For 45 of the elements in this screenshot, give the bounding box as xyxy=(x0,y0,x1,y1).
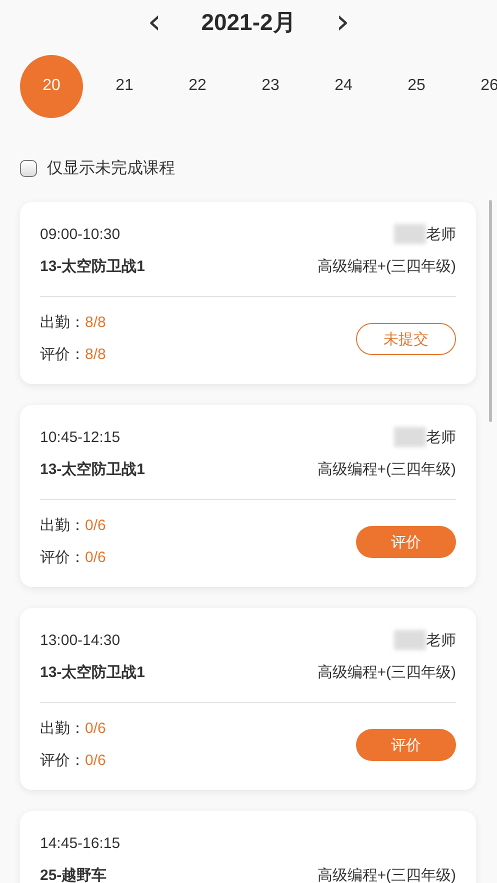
evaluation-label: 评价： xyxy=(40,752,85,769)
date-item[interactable]: 21 xyxy=(93,54,156,118)
attendance-count: 0/6 xyxy=(85,720,106,737)
lesson-title: 25-越野车 xyxy=(40,866,107,883)
lesson-time: 10:45-12:15 xyxy=(40,428,120,446)
date-item[interactable]: 22 xyxy=(166,54,229,118)
lesson-card[interactable]: 10:45-12:15 老师 13-太空防卫战1 高级编程+(三四年级) 出勤：0/6 评价：0/6 评价 xyxy=(20,405,476,587)
course-name: 高级编程+(三四年级) xyxy=(317,662,456,682)
lesson-time: 13:00-14:30 xyxy=(40,632,120,648)
month-title: 2021-2月 xyxy=(201,8,296,36)
attendance-count: 0/6 xyxy=(85,517,106,534)
lesson-title: 13-太空防卫战1 xyxy=(40,662,146,682)
lesson-card[interactable]: 14:45-16:15 25-越野车 高级编程+(三四年级) xyxy=(20,811,476,883)
scrollbar[interactable] xyxy=(489,200,492,422)
lesson-time: 09:00-10:30 xyxy=(40,226,120,242)
attendance-label: 出勤： xyxy=(40,517,85,534)
date-item[interactable]: 23 xyxy=(239,54,302,118)
lesson-card[interactable]: 13:00-14:30 老师 13-太空防卫战1 高级编程+(三四年级) 出勤：0/6 评价：0/6 评价 xyxy=(20,608,476,790)
date-item[interactable]: 25 xyxy=(385,54,448,118)
blurred-name xyxy=(394,427,426,447)
attendance-count: 8/8 xyxy=(85,314,106,331)
attendance-label: 出勤： xyxy=(40,314,85,331)
course-name: 高级编程+(三四年级) xyxy=(317,460,456,478)
teacher-label: 老师 xyxy=(426,224,456,244)
course-name: 高级编程+(三四年级) xyxy=(317,256,456,276)
blurred-name xyxy=(394,224,426,244)
checkbox-label: 仅显示未完成课程 xyxy=(47,158,175,178)
evaluation-count: 0/6 xyxy=(85,549,106,566)
lesson-title: 13-太空防卫战1 xyxy=(40,256,146,276)
next-month-button[interactable]: › xyxy=(330,7,356,37)
blurred-name xyxy=(394,630,426,650)
evaluation-count: 0/6 xyxy=(85,752,106,769)
teacher-label: 老师 xyxy=(426,630,456,650)
previous-month-button[interactable]: ‹ xyxy=(142,7,168,37)
course-name: 高级编程+(三四年级) xyxy=(317,866,456,883)
evaluation-label: 评价： xyxy=(40,346,85,363)
teacher-label: 老师 xyxy=(426,428,456,446)
evaluation-count: 8/8 xyxy=(85,346,106,363)
lesson-title: 13-太空防卫战1 xyxy=(40,460,146,478)
attendance-label: 出勤： xyxy=(40,720,85,737)
lesson-card[interactable]: 09:00-10:30 老师 13-太空防卫战1 高级编程+(三四年级) 出勤：8/8 评价：8/8 未提交 xyxy=(20,202,476,384)
lesson-time: 14:45-16:15 xyxy=(40,834,120,852)
checkbox[interactable] xyxy=(20,160,37,176)
date-item[interactable]: 24 xyxy=(312,54,375,118)
evaluation-label: 评价： xyxy=(40,549,85,566)
